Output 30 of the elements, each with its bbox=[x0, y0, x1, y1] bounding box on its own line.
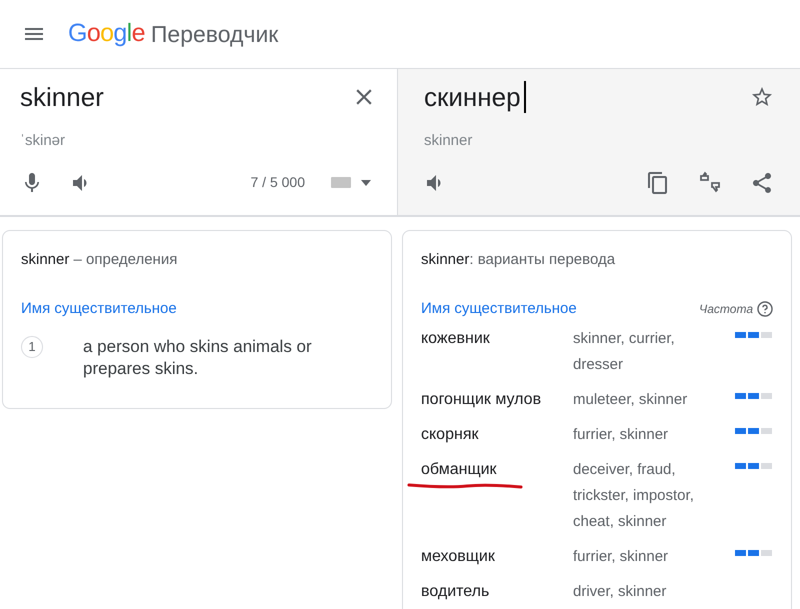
transliteration: skinner bbox=[424, 131, 472, 151]
translation-word[interactable]: обманщик bbox=[421, 461, 497, 478]
synonyms: furrier, skinner bbox=[573, 425, 670, 445]
synonyms: furrier, skinner bbox=[573, 547, 670, 567]
synonyms: driver, skinner bbox=[573, 582, 668, 602]
copy-icon[interactable] bbox=[646, 170, 670, 194]
app-title: Переводчик bbox=[150, 20, 278, 49]
part-of-speech: Имя существительное bbox=[421, 298, 577, 318]
part-of-speech: Имя существительное bbox=[21, 298, 178, 318]
transcription: ˈskinər bbox=[20, 131, 66, 151]
synonyms: muleteer, skinner bbox=[573, 390, 688, 410]
synonyms: skinner, currier, dresser bbox=[573, 329, 676, 375]
translation-word[interactable]: водитель bbox=[421, 583, 490, 600]
frequency-label: Частота bbox=[699, 300, 753, 318]
translation-word[interactable]: скорняк bbox=[421, 426, 478, 443]
definition-text: a person who skins animals or prepares skins. bbox=[83, 336, 313, 380]
help-icon[interactable] bbox=[757, 300, 773, 317]
translation-word[interactable]: кожевник bbox=[421, 330, 490, 347]
share-icon[interactable] bbox=[750, 170, 774, 194]
character-counter: 7 / 5 000 bbox=[250, 173, 305, 192]
dropdown-caret-icon[interactable] bbox=[361, 180, 371, 186]
google-logo[interactable]: Google bbox=[68, 15, 145, 53]
translation-text: скиннер bbox=[424, 80, 521, 114]
translation-word[interactable]: меховщик bbox=[421, 548, 495, 565]
translation-word[interactable]: погонщик мулов bbox=[421, 391, 542, 408]
definitions-title: skinner – определения bbox=[21, 250, 178, 270]
source-text[interactable]: skinner bbox=[20, 78, 104, 116]
definition-number: 1 bbox=[21, 336, 43, 358]
translations-title: skinner: варианты перевода bbox=[421, 250, 616, 270]
synonyms: deceiver, fraud, trickster, impostor, cheat, skinner bbox=[573, 460, 695, 532]
